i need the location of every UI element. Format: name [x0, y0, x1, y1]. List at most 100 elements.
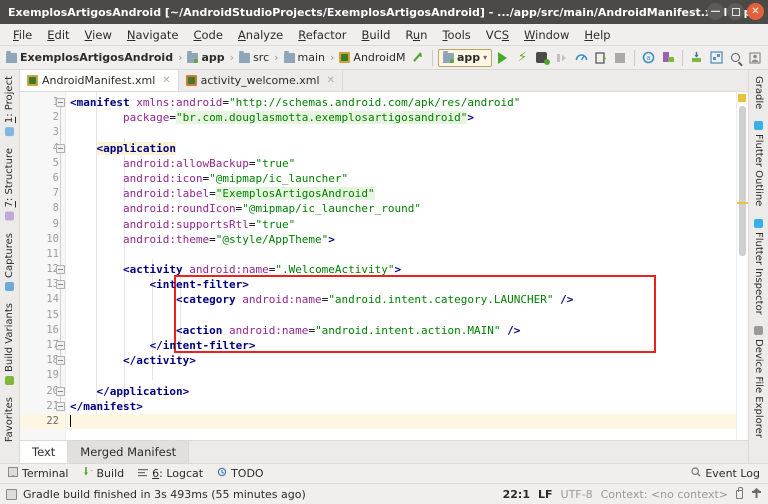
sync-gradle-button[interactable]: a [640, 49, 658, 67]
code-line-15[interactable] [66, 308, 736, 323]
menu-item-tools[interactable]: Tools [435, 26, 477, 44]
code-line-2[interactable]: package="br.com.douglasmotta.exemplosart… [66, 110, 736, 125]
layout-inspector-button[interactable] [707, 49, 725, 67]
breadcrumb-item-project[interactable]: ExemplosArtigosAndroid [4, 50, 175, 64]
fold-toggle-20[interactable] [56, 386, 65, 396]
code-line-12[interactable]: <activity android:name=".WelcomeActivity… [66, 262, 736, 277]
toolwindow-button-todo[interactable]: TODO [217, 467, 264, 480]
tab-close-icon[interactable]: ✕ [162, 75, 170, 86]
attach-debugger-button[interactable] [592, 49, 610, 67]
menu-item-help[interactable]: Help [577, 26, 617, 44]
run-coverage-button[interactable] [553, 49, 571, 67]
fold-toggle-12[interactable] [56, 265, 65, 275]
toolwindow-button-terminal[interactable]: _ Terminal [8, 467, 69, 480]
lock-icon[interactable] [736, 486, 743, 499]
breadcrumb-item-main[interactable]: main [282, 50, 327, 64]
manifest-tab-merged-manifest[interactable]: Merged Manifest [68, 441, 190, 463]
code-line-13[interactable]: <intent-filter> [66, 277, 736, 292]
code-line-10[interactable]: android:theme="@style/AppTheme"> [66, 232, 736, 247]
maximize-button[interactable] [727, 3, 744, 20]
code-line-8[interactable]: android:roundIcon="@mipmap/ic_launcher_r… [66, 201, 736, 216]
code-line-22[interactable] [66, 413, 736, 430]
code-line-3[interactable] [66, 125, 736, 140]
toolwindow-button-build[interactable]: ⌁ Build [83, 467, 124, 480]
fold-toggle-4[interactable] [56, 143, 65, 153]
menu-item-file[interactable]: File [6, 26, 39, 44]
tool-window-structure[interactable]: 7: Structure [4, 142, 15, 226]
code-line-20[interactable]: </application> [66, 384, 736, 399]
code-line-18[interactable]: </activity> [66, 353, 736, 368]
tool-window-favorites[interactable]: Favorites [4, 391, 15, 448]
code-content[interactable]: <manifest xmlns:android="http://schemas.… [66, 92, 736, 440]
menu-item-window[interactable]: Window [517, 26, 576, 44]
code-line-11[interactable] [66, 247, 736, 262]
menu-item-analyze[interactable]: Analyze [231, 26, 290, 44]
fold-toggle-1[interactable] [56, 98, 65, 107]
debug-button[interactable] [533, 49, 551, 67]
code-line-5[interactable]: android:allowBackup="true" [66, 156, 736, 171]
caret-position[interactable]: 22:1 [503, 488, 530, 501]
run-button[interactable] [494, 49, 512, 67]
code-line-17[interactable]: </intent-filter> [66, 338, 736, 353]
fold-toggle-13[interactable] [56, 280, 65, 290]
stop-button[interactable] [611, 49, 629, 67]
code-line-14[interactable]: <category android:name="android.intent.c… [66, 292, 736, 307]
editor-gutter[interactable]: 12345678910111213141516171819202122 [20, 92, 66, 440]
editor-marker-bar[interactable] [736, 92, 748, 440]
menu-item-vcs[interactable]: VCS [479, 26, 516, 44]
tool-window-flutter-inspector[interactable]: Flutter Inspector [753, 213, 764, 321]
tool-window-captures[interactable]: Captures [4, 227, 15, 297]
run-configuration-selector[interactable]: app ▾ [437, 48, 493, 67]
avd-manager-button[interactable] [659, 49, 677, 67]
code-line-19[interactable] [66, 368, 736, 383]
code-line-1[interactable]: <manifest xmlns:android="http://schemas.… [66, 95, 736, 110]
code-line-21[interactable]: </manifest> [66, 399, 736, 414]
tab-close-icon[interactable]: ✕ [327, 75, 335, 86]
menu-item-view[interactable]: View [78, 26, 119, 44]
code-line-4[interactable]: <application [66, 141, 736, 156]
status-message-group[interactable]: Gradle build finished in 3s 493ms (55 mi… [6, 488, 306, 501]
tool-window-device-file-explorer[interactable]: Device File Explorer [753, 320, 764, 444]
breadcrumb-item-app[interactable]: app [185, 50, 226, 64]
code-line-6[interactable]: android:icon="@mipmap/ic_launcher" [66, 171, 736, 186]
apply-changes-button[interactable]: ⚡ [514, 49, 532, 67]
module-folder-icon [187, 50, 199, 63]
code-line-7[interactable]: android:label="ExemplosArtigosAndroid" [66, 186, 736, 201]
menu-item-edit[interactable]: Edit [40, 26, 76, 44]
menu-item-run[interactable]: Run [398, 26, 434, 44]
menu-item-refactor[interactable]: Refactor [291, 26, 353, 44]
tool-window-project[interactable]: 1: Project [4, 70, 15, 142]
manifest-tab-text[interactable]: Text [20, 441, 69, 463]
profiler-button[interactable] [572, 49, 590, 67]
code-editor[interactable]: 12345678910111213141516171819202122 <man… [20, 92, 748, 440]
line-separator[interactable]: LF⁣ [538, 488, 553, 501]
file-encoding[interactable]: UTF-8 [561, 488, 593, 501]
fold-toggle-18[interactable] [56, 356, 65, 366]
code-line-16[interactable]: <action android:name="android.intent.act… [66, 323, 736, 338]
user-account-button[interactable] [746, 49, 764, 67]
fold-toggle-21[interactable] [56, 402, 65, 411]
event-log-button[interactable]: Event Log [691, 467, 760, 480]
menu-item-navigate[interactable]: Navigate [120, 26, 186, 44]
breadcrumb-item-manifest[interactable]: AndroidM [337, 51, 407, 64]
close-button[interactable]: ✕ [747, 3, 764, 20]
sync-project-button[interactable] [409, 49, 427, 67]
menu-item-code[interactable]: Code [186, 26, 229, 44]
breadcrumb-item-src[interactable]: src [237, 50, 271, 64]
warning-marker[interactable] [738, 94, 746, 102]
inspection-level-icon[interactable] [751, 487, 762, 502]
search-everywhere-button[interactable] [727, 49, 745, 67]
editor-scrollbar-thumb[interactable] [739, 106, 746, 256]
code-line-9[interactable]: android:supportsRtl="true" [66, 217, 736, 232]
minimize-button[interactable]: — [707, 3, 724, 20]
tool-window-gradle[interactable]: Gradle [753, 70, 764, 115]
editor-tab-1[interactable]: activity_welcome.xml ✕ [179, 70, 343, 91]
tool-window-flutter-outline[interactable]: Flutter Outline [753, 115, 764, 212]
tool-window-build-variants[interactable]: Build Variants [4, 297, 15, 391]
menu-item-build[interactable]: Build [355, 26, 398, 44]
context-indicator[interactable]: Context: <no context> [601, 488, 728, 501]
fold-toggle-17[interactable] [56, 341, 65, 351]
sdk-manager-button[interactable] [688, 49, 706, 67]
editor-tab-0[interactable]: AndroidManifest.xml ✕ [20, 70, 179, 91]
toolwindow-button-logcat[interactable]: 6: Logcat [138, 467, 203, 480]
